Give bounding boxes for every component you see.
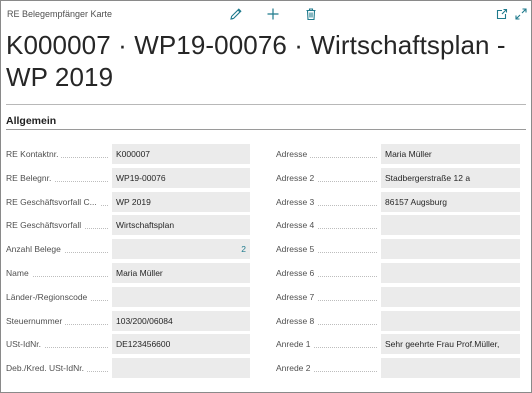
field-label: Adresse 4 — [276, 215, 318, 235]
field-value-adresse[interactable]: Maria Müller — [381, 144, 520, 164]
field-row-adresse-2: Adresse 2 Stadbergerstraße 12 a — [276, 168, 520, 188]
field-label: Name — [6, 263, 32, 283]
field-label: Adresse 2 — [276, 168, 318, 188]
field-label: Anzahl Belege — [6, 239, 64, 259]
field-value-re-kontaktnr[interactable]: K000007 — [112, 144, 250, 164]
field-value-name[interactable]: Maria Müller — [112, 263, 250, 283]
field-value-re-geschaeftsvorfall-c[interactable]: WP 2019 — [112, 192, 250, 212]
field-label: Adresse 5 — [276, 239, 318, 259]
field-value-ust-idnr[interactable]: DE123456600 — [112, 334, 250, 354]
field-row-adresse-7: Adresse 7 — [276, 287, 520, 307]
field-row-anrede-1: Anrede 1 Sehr geehrte Frau Prof.Müller, — [276, 334, 520, 354]
field-row-anrede-2: Anrede 2 — [276, 358, 520, 378]
field-value-re-belegnr[interactable]: WP19-00076 — [112, 168, 250, 188]
field-value-deb-kred-ust-idnr[interactable] — [112, 358, 250, 378]
field-row-steuernummer: Steuernummer 103/200/06084 — [6, 311, 250, 331]
field-row-adresse-3: Adresse 3 86157 Augsburg — [276, 192, 520, 212]
field-label: Adresse 3 — [276, 192, 318, 212]
field-value-adresse-4[interactable] — [381, 215, 520, 235]
field-label: RE Geschäftsvorfall — [6, 215, 85, 235]
field-label: Anrede 2 — [276, 358, 314, 378]
field-value-adresse-5[interactable] — [381, 239, 520, 259]
field-row-name: Name Maria Müller — [6, 263, 250, 283]
field-row-ust-idnr: USt-IdNr. DE123456600 — [6, 334, 250, 354]
open-new-window-icon[interactable] — [494, 6, 510, 22]
field-row-re-geschaeftsvorfall: RE Geschäftsvorfall Wirtschaftsplan — [6, 215, 250, 235]
field-value-anrede-1[interactable]: Sehr geehrte Frau Prof.Müller, — [381, 334, 520, 354]
add-icon[interactable] — [265, 6, 281, 22]
field-row-adresse: Adresse Maria Müller — [276, 144, 520, 164]
field-row-adresse-4: Adresse 4 — [276, 215, 520, 235]
field-label: Adresse — [276, 144, 311, 164]
section-divider — [6, 129, 526, 130]
field-label: Adresse 6 — [276, 263, 318, 283]
field-row-adresse-8: Adresse 8 — [276, 311, 520, 331]
field-label: USt-IdNr. — [6, 334, 44, 354]
title-divider — [6, 104, 526, 105]
field-label: Adresse 7 — [276, 287, 318, 307]
field-label: Anrede 1 — [276, 334, 314, 354]
field-value-steuernummer[interactable]: 103/200/06084 — [112, 311, 250, 331]
field-row-deb-kred-ust-idnr: Deb./Kred. USt-IdNr. — [6, 358, 250, 378]
field-label: Deb./Kred. USt-IdNr. — [6, 358, 87, 378]
field-row-adresse-5: Adresse 5 — [276, 239, 520, 259]
page-caption: RE Belegempfänger Karte — [7, 9, 113, 19]
field-value-adresse-8[interactable] — [381, 311, 520, 331]
field-row-laender-regionscode: Länder-/Regionscode — [6, 287, 250, 307]
field-label: Länder-/Regionscode — [6, 287, 91, 307]
field-value-adresse-2[interactable]: Stadbergerstraße 12 a — [381, 168, 520, 188]
section-title[interactable]: Allgemein — [6, 115, 56, 127]
edit-icon[interactable] — [228, 6, 244, 22]
field-value-adresse-6[interactable] — [381, 263, 520, 283]
field-row-re-kontaktnr: RE Kontaktnr. K000007 — [6, 144, 250, 164]
field-label: Adresse 8 — [276, 311, 318, 331]
card-window: RE Belegempfänger Karte K000007 · WP19-0… — [0, 0, 532, 393]
field-value-anzahl-belege[interactable]: 2 — [112, 239, 250, 259]
field-value-adresse-7[interactable] — [381, 287, 520, 307]
field-row-re-geschaeftsvorfall-c: RE Geschäftsvorfall C... WP 2019 — [6, 192, 250, 212]
expand-icon[interactable] — [513, 6, 529, 22]
field-value-adresse-3[interactable]: 86157 Augsburg — [381, 192, 520, 212]
field-label: RE Kontaktnr. — [6, 144, 62, 164]
field-label: Steuernummer — [6, 311, 66, 331]
field-label: RE Geschäftsvorfall C... — [6, 192, 100, 212]
page-title: K000007 · WP19-00076 · Wirtschaftsplan -… — [6, 30, 506, 92]
field-label: RE Belegnr. — [6, 168, 55, 188]
field-row-re-belegnr: RE Belegnr. WP19-00076 — [6, 168, 250, 188]
delete-icon[interactable] — [303, 6, 319, 22]
field-value-anrede-2[interactable] — [381, 358, 520, 378]
field-value-re-geschaeftsvorfall[interactable]: Wirtschaftsplan — [112, 215, 250, 235]
field-row-anzahl-belege: Anzahl Belege 2 — [6, 239, 250, 259]
field-value-laender-regionscode[interactable] — [112, 287, 250, 307]
field-row-adresse-6: Adresse 6 — [276, 263, 520, 283]
